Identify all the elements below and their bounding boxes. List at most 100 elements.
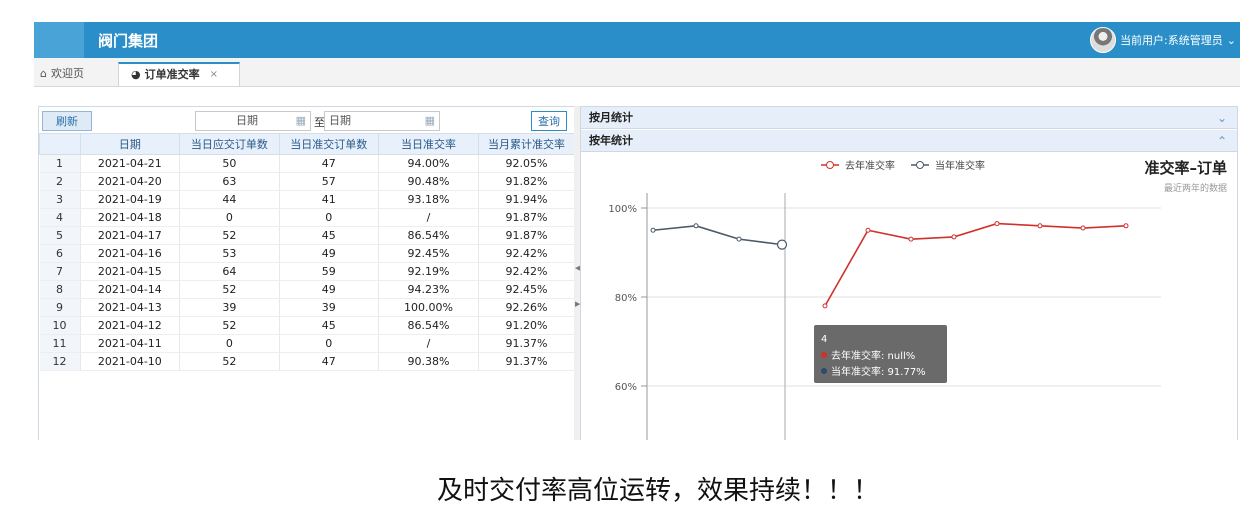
- yearly-rate-chart: 100% 80% 60% 去年准交率 当年准交率 准交率–订单最近两年的数据 4 去年准交率:…: [608, 159, 1227, 440]
- chart-subtitle: 最近两年的数据: [1164, 182, 1227, 194]
- data-point: [1080, 225, 1086, 231]
- table-cell: 39: [179, 298, 280, 317]
- legend-label: 去年准交率: [845, 159, 895, 172]
- col-header-due[interactable]: 当日应交订单数: [179, 133, 280, 155]
- row-index: 1: [39, 154, 81, 173]
- end-date-input[interactable]: 日期 ▦: [324, 111, 440, 131]
- data-point: [693, 223, 699, 229]
- row-index: 12: [39, 352, 81, 371]
- tab-welcome[interactable]: ⌂ 欢迎页: [40, 62, 84, 86]
- top-bar: 阀门集团 当前用户:系统管理员 ⌄: [34, 22, 1240, 58]
- chevron-up-icon[interactable]: ⌃: [1217, 130, 1227, 152]
- row-index: 2: [39, 172, 81, 191]
- col-header-date[interactable]: 日期: [79, 133, 181, 155]
- table-cell: 90.48%: [378, 172, 479, 191]
- user-menu[interactable]: 当前用户:系统管理员 ⌄: [1090, 27, 1236, 53]
- panel-monthly-stats[interactable]: 按月统计 ⌄: [581, 107, 1237, 129]
- col-header-ontime[interactable]: 当日准交订单数: [278, 133, 379, 155]
- table-row[interactable]: 2 2021-04-20 63 57 90.48% 91.82%: [39, 172, 576, 191]
- table-cell: 2021-04-19: [80, 190, 181, 209]
- table-cell: 92.42%: [478, 244, 576, 263]
- data-point: [650, 227, 656, 233]
- tooltip-marker: [821, 368, 827, 374]
- home-icon: ⌂: [40, 67, 47, 80]
- table-cell: 52: [179, 280, 280, 299]
- table-row[interactable]: 1 2021-04-21 50 47 94.00% 92.05%: [39, 154, 576, 173]
- row-index: 6: [39, 244, 81, 263]
- table-cell: 41: [279, 190, 379, 209]
- data-table-panel: 刷新 日期 ▦ 至 日期 ▦ 查询 日期 当日应交订单数 当日准交订单数 当日准…: [38, 106, 576, 440]
- table-cell: 92.05%: [478, 154, 576, 173]
- calendar-icon[interactable]: ▦: [296, 112, 306, 130]
- table-cell: 39: [279, 298, 379, 317]
- panel-yearly-stats[interactable]: 按年统计 ⌃: [581, 130, 1237, 152]
- table-cell: 86.54%: [378, 226, 479, 245]
- table-row[interactable]: 11 2021-04-11 0 0/91.37%: [39, 334, 576, 353]
- table-cell: 93.18%: [378, 190, 479, 209]
- table-row[interactable]: 5 2021-04-17 52 45 86.54% 91.87%: [39, 226, 576, 245]
- tooltip-line: 当年准交率: 91.77%: [831, 365, 926, 378]
- table-cell: /: [378, 334, 479, 353]
- avatar: [1090, 27, 1117, 53]
- table-cell: 59: [279, 262, 379, 281]
- table-row[interactable]: 6 2021-04-16 53 49 92.45% 92.42%: [39, 244, 576, 263]
- legend-label: 当年准交率: [935, 159, 985, 172]
- table-cell: 2021-04-14: [80, 280, 181, 299]
- close-icon[interactable]: ×: [210, 63, 218, 87]
- table-row[interactable]: 8 2021-04-14 52 49 94.23% 92.45%: [39, 280, 576, 299]
- col-header-monthly-rate[interactable]: 当月累计准交率: [477, 133, 576, 155]
- toolbar: 刷新 日期 ▦ 至 日期 ▦ 查询: [39, 107, 575, 133]
- table-cell: 94.23%: [378, 280, 479, 299]
- table-cell: 92.45%: [478, 280, 576, 299]
- start-date-placeholder: 日期: [236, 114, 258, 127]
- table-cell: 100.00%: [378, 298, 479, 317]
- tab-order-rate[interactable]: ◕ 订单准交率 ×: [118, 62, 240, 86]
- row-index: 7: [39, 262, 81, 281]
- table-row[interactable]: 7 2021-04-15 64 59 92.19% 92.42%: [39, 262, 576, 281]
- col-header-daily-rate[interactable]: 当日准交率: [377, 133, 479, 155]
- y-tick-label: 80%: [615, 293, 637, 304]
- calendar-icon[interactable]: ▦: [425, 112, 435, 130]
- query-button[interactable]: 查询: [531, 111, 567, 131]
- series-line-1: [652, 224, 783, 246]
- table-cell: 2021-04-20: [80, 172, 181, 191]
- row-index: 4: [39, 208, 81, 227]
- start-date-input[interactable]: 日期 ▦: [195, 111, 311, 131]
- table-cell: 47: [279, 352, 379, 371]
- chart-title: 准交率–订单: [1144, 159, 1227, 177]
- row-index: 9: [39, 298, 81, 317]
- table-cell: 90.38%: [378, 352, 479, 371]
- caption-text: 及时交付率高位运转，效果持续！！！: [0, 470, 1256, 507]
- table-cell: 91.20%: [478, 316, 576, 335]
- tab-bar: ⌂ 欢迎页 ◕ 订单准交率 ×: [34, 58, 1240, 87]
- logo: [34, 22, 84, 58]
- order-rate-table: 日期 当日应交订单数 当日准交订单数 当日准交率 当月累计准交率 1 2021-0…: [39, 133, 576, 371]
- table-cell: 86.54%: [378, 316, 479, 335]
- data-point: [822, 303, 828, 309]
- table-row[interactable]: 12 2021-04-10 52 47 90.38% 91.37%: [39, 352, 576, 371]
- table-row[interactable]: 9 2021-04-13 39 39 100.00% 92.26%: [39, 298, 576, 317]
- end-date-placeholder: 日期: [329, 114, 351, 127]
- refresh-button[interactable]: 刷新: [42, 111, 92, 131]
- row-index: 3: [39, 190, 81, 209]
- table-cell: 0: [179, 334, 280, 353]
- panel-title: 按月统计: [589, 111, 633, 124]
- app-window: 阀门集团 当前用户:系统管理员 ⌄ ⌂ 欢迎页 ◕ 订单准交率 × 刷新 日期 …: [34, 22, 1240, 440]
- table-cell: 92.26%: [478, 298, 576, 317]
- table-cell: 92.19%: [378, 262, 479, 281]
- data-point: [865, 227, 871, 233]
- table-cell: 91.87%: [478, 208, 576, 227]
- table-row[interactable]: 10 2021-04-12 52 45 86.54% 91.20%: [39, 316, 576, 335]
- data-point: [1037, 223, 1043, 229]
- data-point: [951, 234, 957, 240]
- data-point: [1123, 223, 1129, 229]
- chart-panel: 按月统计 ⌄ 按年统计 ⌃ 100% 80% 60% 去年准交率 当年准交率 准交率–订单…: [580, 106, 1238, 440]
- chevron-down-icon[interactable]: ⌄: [1217, 107, 1227, 129]
- table-row[interactable]: 3 2021-04-19 44 41 93.18% 91.94%: [39, 190, 576, 209]
- table-cell: 52: [179, 352, 280, 371]
- table-cell: 91.82%: [478, 172, 576, 191]
- tooltip-marker: [821, 352, 827, 358]
- table-cell: 2021-04-21: [80, 154, 181, 173]
- table-row[interactable]: 4 2021-04-18 0 0/91.87%: [39, 208, 576, 227]
- table-cell: 2021-04-12: [80, 316, 181, 335]
